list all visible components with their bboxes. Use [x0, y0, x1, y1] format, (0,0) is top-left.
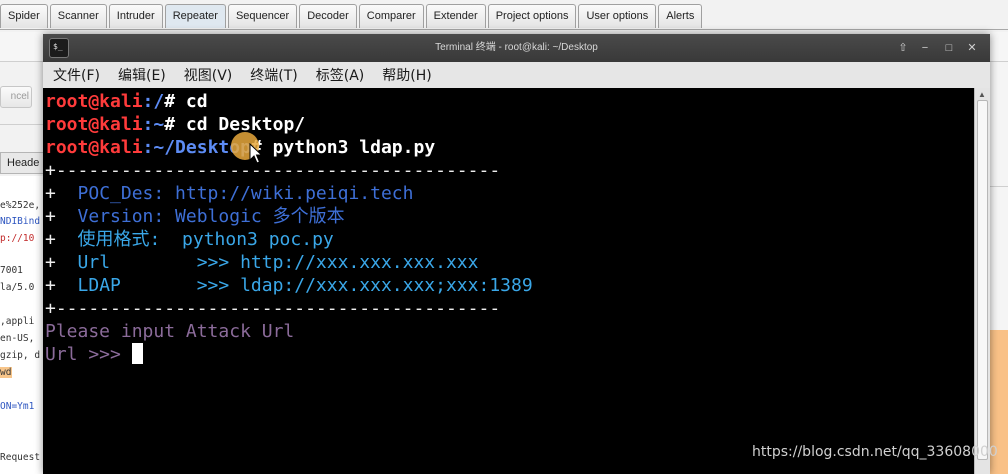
- burp-right-divider: [990, 186, 1008, 187]
- burp-divider: [0, 124, 44, 125]
- banner-text: LDAP >>> ldap://xxx.xxx.xxx;xxx:1389: [77, 275, 533, 296]
- menu-file[interactable]: 文件(F): [53, 65, 100, 85]
- window-up-icon[interactable]: ⇧: [895, 40, 911, 56]
- tab-intruder[interactable]: Intruder: [108, 4, 163, 28]
- tab-decoder[interactable]: Decoder: [299, 4, 357, 28]
- request-line: p://10: [0, 233, 35, 244]
- terminal-title: Terminal 终端 - root@kali: ~/Desktop: [435, 42, 598, 53]
- banner-ldap: + LDAP >>> ldap://xxx.xxx.xxx;xxx:1389: [45, 274, 533, 297]
- terminal-menubar: 文件(F) 编辑(E) 视图(V) 终端(T) 标签(A) 帮助(H): [43, 62, 990, 88]
- menu-edit[interactable]: 编辑(E): [118, 65, 166, 85]
- scroll-up-icon[interactable]: ▲: [978, 90, 986, 99]
- banner-text: Url >>> http://xxx.xxx.xxx.xxx: [77, 252, 479, 273]
- banner-plus: +: [45, 206, 78, 227]
- attack-url-prompt: Please input Attack Url: [45, 321, 295, 342]
- banner-usage: + 使用格式: python3 poc.py: [45, 228, 334, 251]
- banner-text: Version: Weblogic 多个版本: [77, 206, 345, 227]
- banner-url: + Url >>> http://xxx.xxx.xxx.xxx: [45, 251, 478, 274]
- request-line: gzip, d: [0, 350, 41, 361]
- tab-scanner[interactable]: Scanner: [49, 4, 107, 28]
- menu-help[interactable]: 帮助(H): [382, 65, 431, 85]
- prompt-path: :~: [142, 114, 165, 135]
- banner-plus: +: [45, 252, 78, 273]
- request-line: ,appli: [0, 316, 35, 327]
- tab-sequencer[interactable]: Sequencer: [227, 4, 298, 28]
- request-line: e%252e,: [0, 200, 41, 211]
- banner-plus: +: [45, 275, 78, 296]
- request-line: en-US,: [0, 333, 35, 344]
- menu-terminal[interactable]: 终端(T): [250, 65, 297, 85]
- terminal-titlebar[interactable]: Terminal 终端 - root@kali: ~/Desktop $_ ⇧ …: [43, 34, 990, 62]
- tab-user-options[interactable]: User options: [578, 4, 657, 28]
- tab-project-options[interactable]: Project options: [487, 4, 577, 28]
- banner-plus: +: [45, 229, 78, 250]
- banner-version: + Version: Weblogic 多个版本: [45, 205, 345, 228]
- tab-extender[interactable]: Extender: [425, 4, 486, 28]
- menu-tabs[interactable]: 标签(A): [316, 65, 365, 85]
- terminal-icon: $_: [49, 38, 69, 58]
- prompt-user: root@kali: [45, 137, 143, 158]
- terminal-window: Terminal 终端 - root@kali: ~/Desktop $_ ⇧ …: [43, 34, 990, 474]
- command-text: # cd Desktop/: [164, 114, 306, 135]
- request-editor[interactable]: e%252e, NDIBind p://10 7001 la/5.0 ,appl…: [0, 176, 44, 474]
- terminal-line-cd-desktop: root@kali:~# cd Desktop/: [45, 113, 305, 136]
- prompt-user: root@kali: [45, 114, 143, 135]
- watermark-text: https://blog.csdn.net/qq_33608000: [752, 444, 998, 460]
- scrollbar-thumb[interactable]: [977, 100, 988, 460]
- request-line: NDIBind: [0, 216, 41, 227]
- banner-border-top: +---------------------------------------…: [45, 160, 501, 181]
- request-line: 7001: [0, 265, 23, 276]
- command-text: # python3 ldap.py: [250, 137, 436, 158]
- terminal-scrollbar[interactable]: ▲: [974, 88, 990, 474]
- tab-spider[interactable]: Spider: [0, 4, 48, 28]
- window-maximize-button[interactable]: □: [941, 40, 957, 56]
- window-close-button[interactable]: ✕: [964, 40, 980, 56]
- text-cursor: [131, 343, 143, 364]
- url-input-prompt: Url >>>: [45, 344, 132, 365]
- url-input-line[interactable]: Url >>>: [45, 343, 143, 366]
- banner-text: 使用格式: python3 poc.py: [77, 229, 334, 250]
- window-minimize-button[interactable]: −: [917, 40, 933, 56]
- mouse-pointer-icon: [249, 143, 263, 164]
- request-line: Request: [0, 452, 41, 463]
- banner-poc-des: + POC_Des: http://wiki.peiqi.tech: [45, 182, 413, 205]
- prompt-path: :/: [142, 91, 165, 112]
- cancel-button[interactable]: ncel: [0, 86, 32, 108]
- banner-border-bottom: +---------------------------------------…: [45, 298, 501, 319]
- burp-tab-bar: Spider Scanner Intruder Repeater Sequenc…: [0, 4, 1008, 30]
- tab-alerts[interactable]: Alerts: [658, 4, 703, 28]
- request-line: ON=Ym1: [0, 401, 35, 412]
- terminal-line-cd: root@kali:/# cd: [45, 90, 208, 113]
- prompt-user: root@kali: [45, 91, 143, 112]
- request-line: la/5.0: [0, 282, 35, 293]
- request-line-highlight: wd: [0, 367, 12, 378]
- tab-headers[interactable]: Heade: [0, 152, 44, 174]
- banner-plus: +: [45, 183, 78, 204]
- terminal-output[interactable]: root@kali:/# cd root@kali:~# cd Desktop/…: [43, 88, 974, 474]
- banner-text: POC_Des: http://wiki.peiqi.tech: [77, 183, 414, 204]
- menu-view[interactable]: 视图(V): [184, 65, 233, 85]
- tab-repeater[interactable]: Repeater: [164, 4, 226, 28]
- command-text: # cd: [164, 91, 208, 112]
- tab-comparer[interactable]: Comparer: [358, 4, 424, 28]
